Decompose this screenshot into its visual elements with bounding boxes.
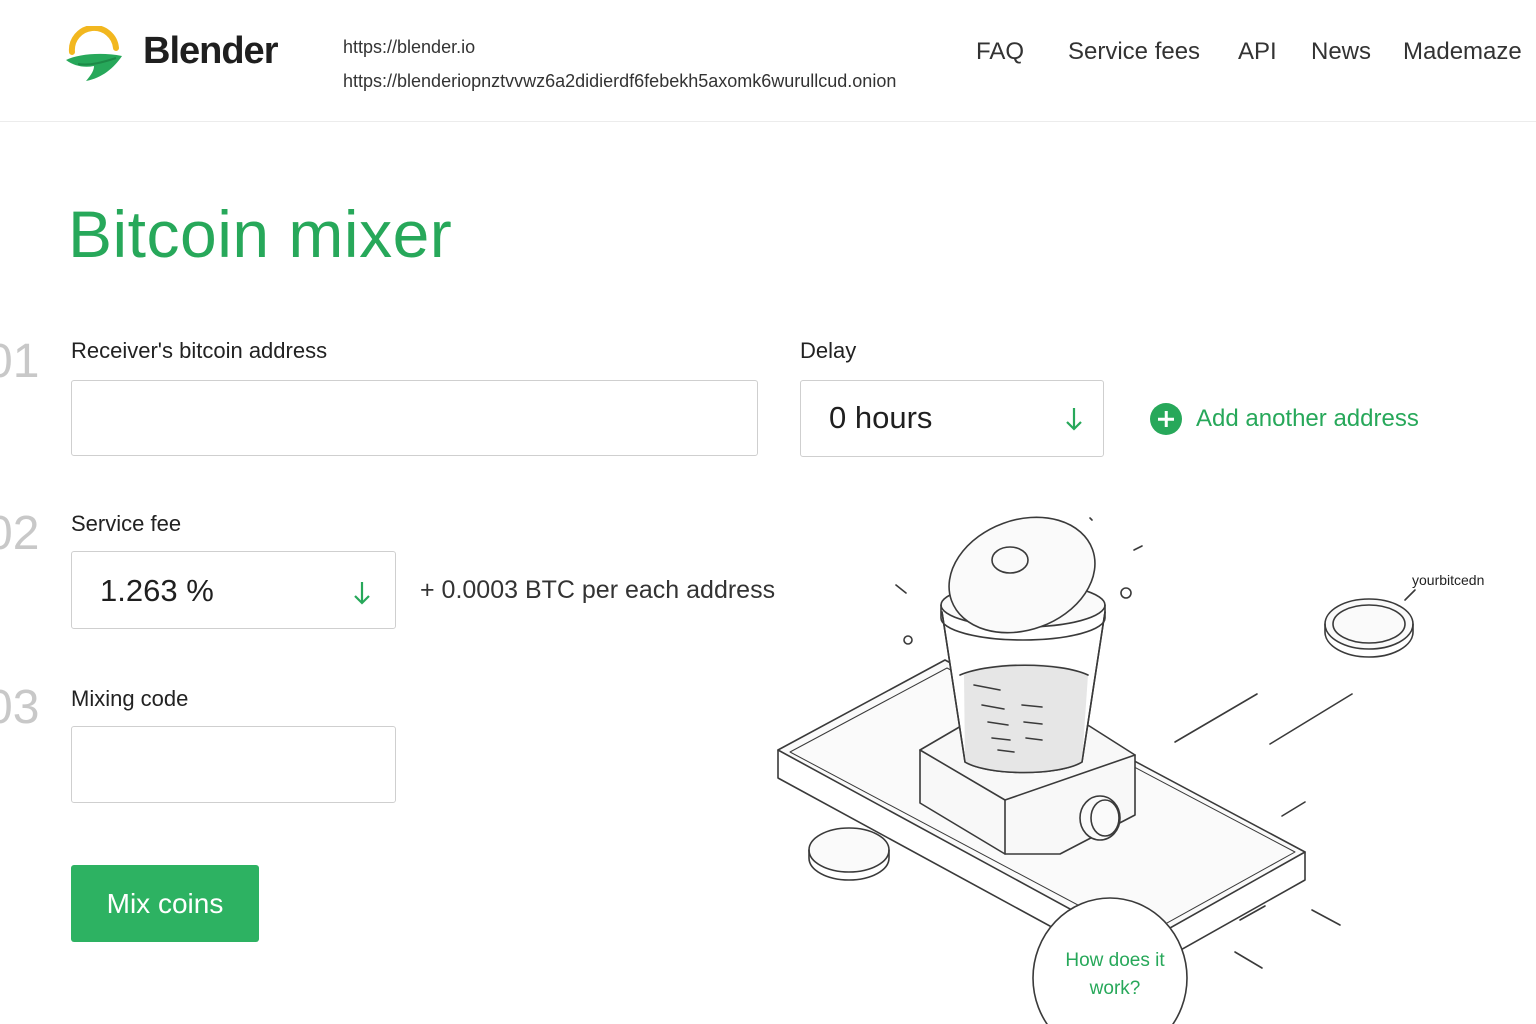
site-urls: https://blender.io https://blenderiopnzt… (343, 30, 896, 98)
service-fee-selected-value: 1.263 % (100, 573, 214, 608)
nav-service-fees[interactable]: Service fees (1068, 38, 1200, 66)
delay-label: Delay (800, 338, 857, 363)
add-another-address-label: Add another address (1196, 405, 1419, 432)
mixing-code-label: Mixing code (71, 686, 189, 711)
plus-circle-icon (1150, 403, 1182, 435)
page-title: Bitcoin mixer (68, 197, 453, 271)
service-fee-note: + 0.0003 BTC per each address (420, 576, 776, 604)
header: Blender https://blender.io https://blend… (0, 0, 1536, 122)
nav-api[interactable]: API (1238, 38, 1277, 66)
onion-url: https://blenderiopnztvvwz6a2didierdf6feb… (343, 71, 897, 91)
nav-mademaze[interactable]: Mademaze (1403, 38, 1522, 66)
delay-select[interactable]: 0 hours (800, 380, 1104, 457)
receiver-address-label: Receiver's bitcoin address (71, 338, 328, 363)
how-it-works-line1[interactable]: How does it (1065, 950, 1165, 971)
receiver-address-input[interactable] (72, 381, 757, 455)
clearnet-url: https://blender.io (343, 37, 476, 57)
nav-news[interactable]: News (1311, 38, 1371, 66)
mix-coins-button[interactable]: Mix coins (71, 865, 259, 942)
coin-label: yourbitcedn (1412, 572, 1484, 588)
logo-icon[interactable] (64, 26, 124, 84)
receiver-address-field[interactable] (71, 380, 758, 456)
service-fee-label: Service fee (71, 511, 182, 536)
arrow-down-icon (1066, 408, 1082, 431)
page: Blender https://blender.io https://blend… (0, 0, 1536, 1024)
arrow-down-icon (354, 582, 370, 605)
service-fee-select[interactable]: 1.263 % (71, 551, 396, 629)
how-it-works-line2[interactable]: work? (1089, 978, 1141, 999)
delay-selected-value: 0 hours (829, 400, 933, 435)
blender-illustration: yourbitcedn How does it work? (777, 516, 1484, 1024)
mixing-code-input[interactable] (72, 727, 395, 802)
add-another-address-button[interactable]: Add another address (1150, 402, 1419, 436)
step-number-1: 01 (0, 335, 40, 388)
step-number-3: 03 (0, 681, 40, 734)
mixing-code-field[interactable] (71, 726, 396, 803)
step-number-2: 02 (0, 507, 40, 560)
brand-name[interactable]: Blender (143, 30, 278, 73)
nav-faq[interactable]: FAQ (976, 38, 1024, 66)
